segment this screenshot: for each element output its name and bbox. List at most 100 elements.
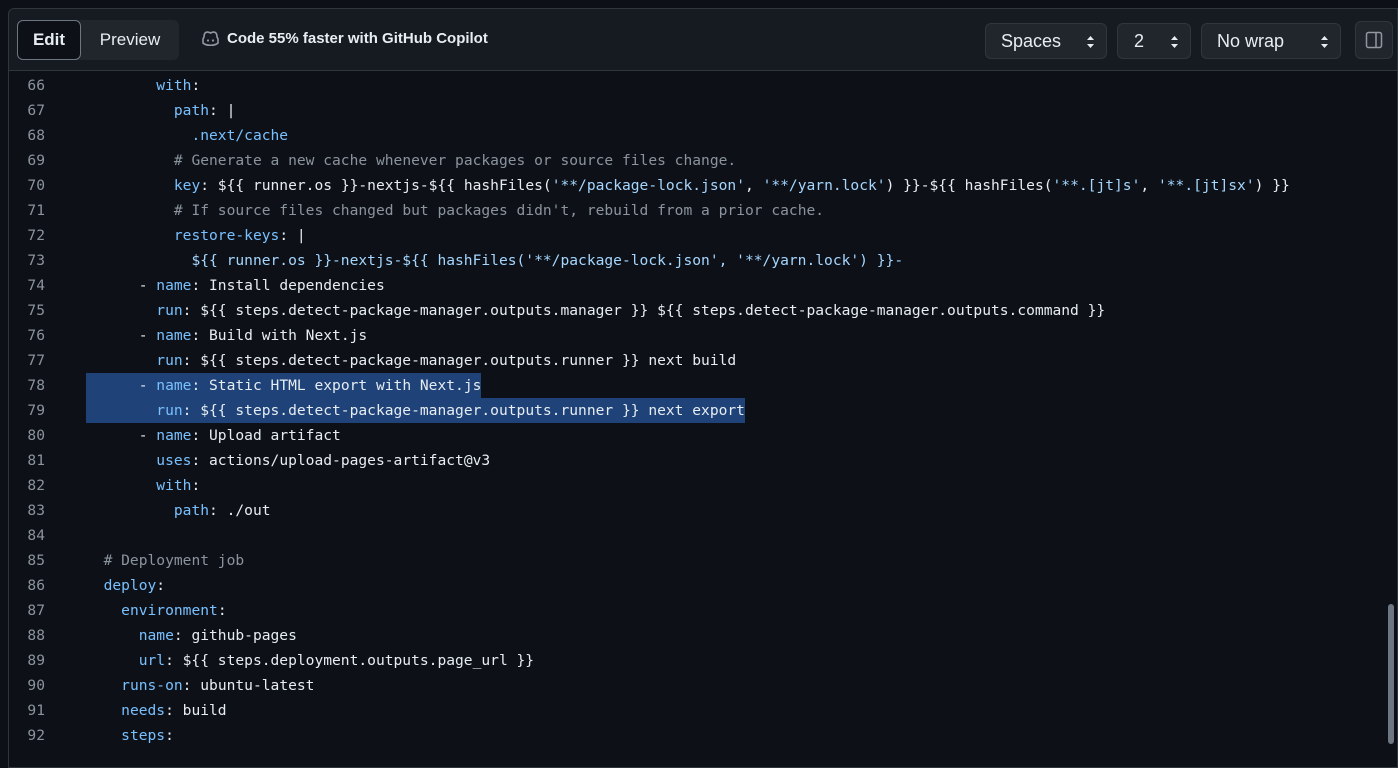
code-editor-frame: Edit Preview Code 55% faster with GitHub… — [8, 8, 1398, 768]
line-number: 71 — [27, 202, 45, 219]
code-token: needs — [121, 702, 166, 719]
code-line[interactable]: 87 environment: — [9, 598, 1397, 623]
code-line[interactable]: 76 - name: Build with Next.js — [9, 323, 1397, 348]
line-number: 88 — [27, 627, 45, 644]
code-token: - — [138, 427, 157, 444]
line-code: .next/cache — [86, 123, 288, 148]
line-code: # Generate a new cache whenever packages… — [86, 148, 736, 173]
code-token: : — [217, 602, 227, 619]
code-token: url — [138, 652, 166, 669]
indent-mode-value: Spaces — [1001, 30, 1062, 51]
code-line[interactable]: 79 run: ${{ steps.detect-package-manager… — [9, 398, 1397, 423]
indent-size-select[interactable]: 2 — [1117, 23, 1191, 59]
code-line[interactable]: 68 .next/cache — [9, 123, 1397, 148]
code-line[interactable]: 92 steps: — [9, 723, 1397, 748]
code-token: : ${{ steps.deployment.outputs.page_url … — [165, 652, 535, 669]
preview-tab[interactable]: Preview — [81, 20, 179, 60]
code-line[interactable]: 73 ${{ runner.os }}-nextjs-${{ hashFiles… — [9, 248, 1397, 273]
code-token: run — [156, 402, 183, 419]
code-token: run — [156, 352, 183, 369]
line-number: 82 — [27, 477, 45, 494]
code-token: : | — [279, 227, 306, 244]
line-number: 86 — [27, 577, 45, 594]
code-token: name — [156, 427, 192, 444]
code-line[interactable]: 74 - name: Install dependencies — [9, 273, 1397, 298]
code-line[interactable]: 80 - name: Upload artifact — [9, 423, 1397, 448]
line-code: steps: — [86, 723, 174, 748]
code-token: name — [138, 627, 174, 644]
select-arrows-icon — [1321, 36, 1328, 48]
line-number: 67 — [27, 102, 45, 119]
code-line[interactable]: 83 path: ./out — [9, 498, 1397, 523]
line-code: path: | — [86, 98, 236, 123]
code-token: with — [156, 477, 192, 494]
line-number: 74 — [27, 277, 45, 294]
line-code: run: ${{ steps.detect-package-manager.ou… — [86, 348, 736, 373]
code-token: : Build with Next.js — [191, 327, 368, 344]
line-number: 69 — [27, 152, 45, 169]
code-token: - — [138, 327, 157, 344]
line-code: needs: build — [86, 698, 227, 723]
line-number: 85 — [27, 552, 45, 569]
code-token: , — [744, 177, 763, 194]
code-token: '**/yarn.lock' — [762, 177, 886, 194]
copilot-promo[interactable]: Code 55% faster with GitHub Copilot — [201, 30, 488, 47]
code-line[interactable]: 78 - name: Static HTML export with Next.… — [9, 373, 1397, 398]
line-code: ${{ runner.os }}-nextjs-${{ hashFiles('*… — [86, 248, 903, 273]
code-line[interactable]: 91 needs: build — [9, 698, 1397, 723]
code-line[interactable]: 66 with: — [9, 73, 1397, 98]
code-line[interactable]: 67 path: | — [9, 98, 1397, 123]
code-line[interactable]: 88 name: github-pages — [9, 623, 1397, 648]
code-line[interactable]: 70 key: ${{ runner.os }}-nextjs-${{ hash… — [9, 173, 1397, 198]
line-number: 90 — [27, 677, 45, 694]
copilot-promo-text: Code 55% faster with GitHub Copilot — [227, 30, 488, 47]
code-line[interactable]: 75 run: ${{ steps.detect-package-manager… — [9, 298, 1397, 323]
code-token: with — [156, 77, 192, 94]
vertical-scrollbar[interactable] — [1388, 604, 1394, 744]
code-token: .next/cache — [191, 127, 289, 144]
code-line[interactable]: 82 with: — [9, 473, 1397, 498]
line-code: path: ./out — [86, 498, 271, 523]
code-token: # Deployment job — [103, 552, 245, 569]
line-number: 91 — [27, 702, 45, 719]
line-number: 83 — [27, 502, 45, 519]
code-token: : build — [165, 702, 227, 719]
code-line[interactable]: 69 # Generate a new cache whenever packa… — [9, 148, 1397, 173]
code-line[interactable]: 86 deploy: — [9, 573, 1397, 598]
line-code: key: ${{ runner.os }}-nextjs-${{ hashFil… — [86, 173, 1290, 198]
line-code: run: ${{ steps.detect-package-manager.ou… — [86, 398, 745, 423]
code-line[interactable]: 81 uses: actions/upload-pages-artifact@v… — [9, 448, 1397, 473]
code-line[interactable]: 90 runs-on: ubuntu-latest — [9, 673, 1397, 698]
code-token: : github-pages — [173, 627, 297, 644]
line-code: deploy: — [86, 573, 166, 598]
code-line[interactable]: 72 restore-keys: | — [9, 223, 1397, 248]
line-code: # Deployment job — [86, 548, 245, 573]
code-token: deploy — [103, 577, 157, 594]
code-token: - — [138, 377, 157, 394]
edit-tab[interactable]: Edit — [17, 20, 81, 60]
mode-toggle-group: Edit Preview — [17, 20, 179, 60]
code-line[interactable]: 84 — [9, 523, 1397, 548]
code-token: steps — [121, 727, 166, 744]
code-token: - — [138, 277, 157, 294]
code-line[interactable]: 77 run: ${{ steps.detect-package-manager… — [9, 348, 1397, 373]
line-number: 87 — [27, 602, 45, 619]
code-line[interactable]: 85 # Deployment job — [9, 548, 1397, 573]
line-number: 79 — [27, 402, 45, 419]
indent-mode-select[interactable]: Spaces — [985, 23, 1107, 59]
code-line[interactable]: 89 url: ${{ steps.deployment.outputs.pag… — [9, 648, 1397, 673]
code-token: # If source files changed but packages d… — [173, 202, 825, 219]
code-token: : — [165, 727, 174, 744]
select-arrows-icon — [1171, 36, 1178, 48]
code-area[interactable]: 66 with: 67 path: | 68 .next/cache 69 # Gen… — [9, 71, 1397, 748]
wrap-mode-select[interactable]: No wrap — [1201, 23, 1341, 59]
line-number: 68 — [27, 127, 45, 144]
code-token: path — [173, 502, 210, 519]
line-number: 84 — [27, 527, 45, 544]
line-number: 81 — [27, 452, 45, 469]
code-token: : ubuntu-latest — [182, 677, 315, 694]
toggle-sidebar-button[interactable] — [1355, 21, 1393, 59]
sidebar-panel-icon — [1365, 31, 1383, 49]
line-code: - name: Build with Next.js — [86, 323, 367, 348]
code-line[interactable]: 71 # If source files changed but package… — [9, 198, 1397, 223]
